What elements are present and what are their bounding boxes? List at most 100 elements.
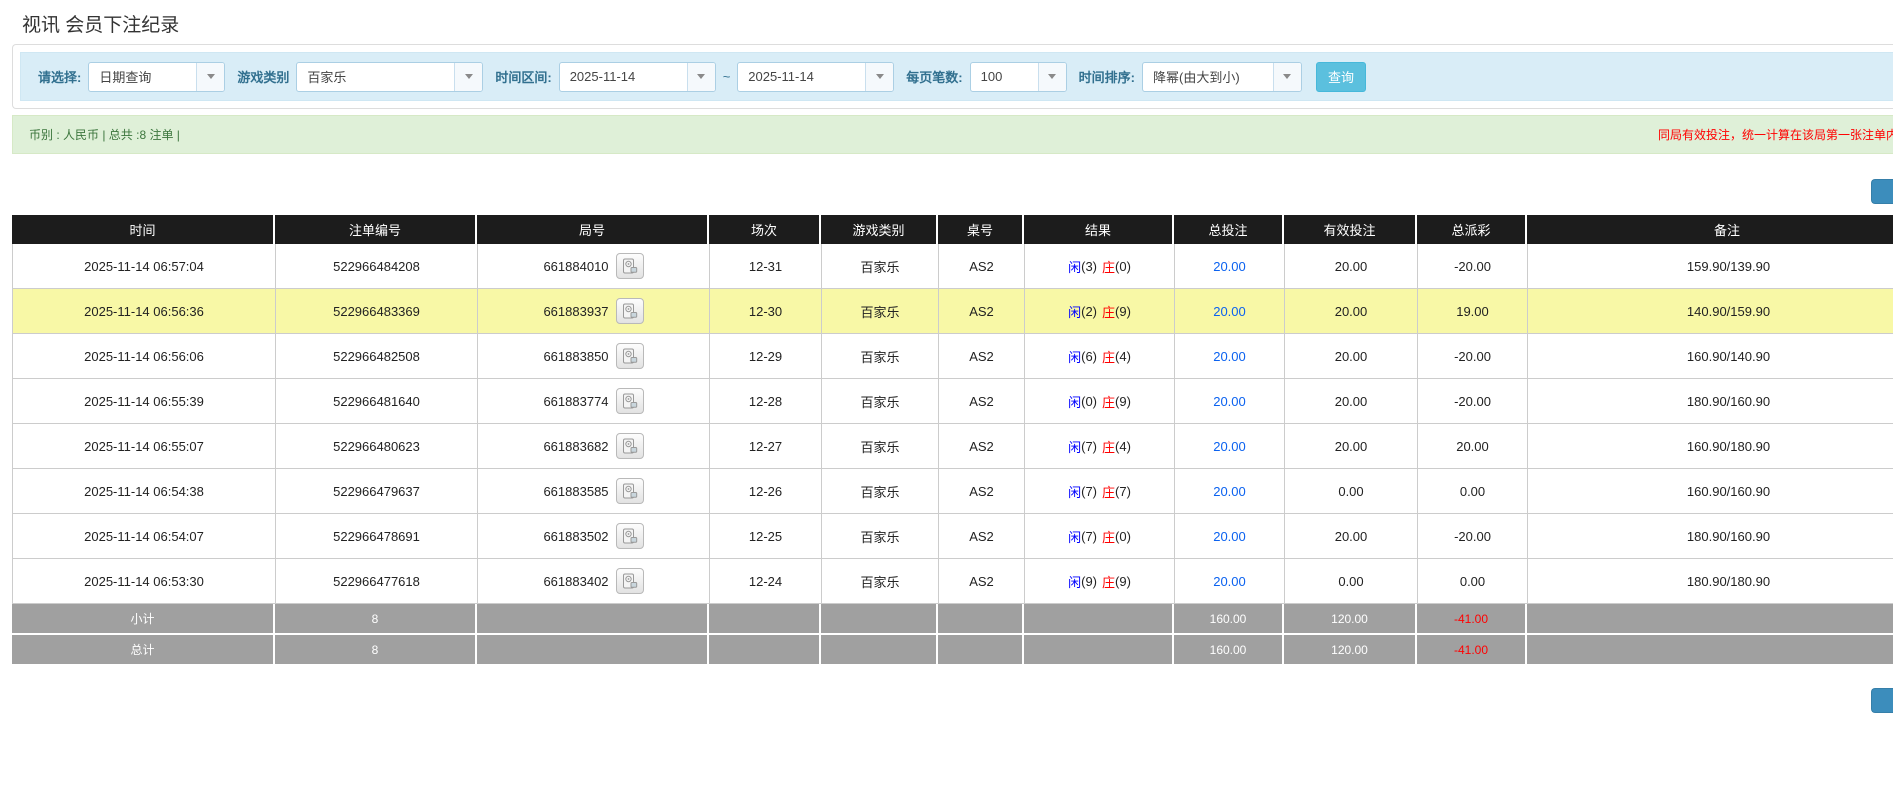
total-bet-link[interactable]: 20.00 xyxy=(1213,574,1246,589)
cell-table-no: AS2 xyxy=(939,469,1025,513)
cell-valid-bet: 20.00 xyxy=(1285,424,1418,468)
banker-label: 庄 xyxy=(1102,529,1116,545)
table-row: 2025-11-14 06:57:04 522966484208 661884010… xyxy=(12,244,1893,289)
cell-time: 2025-11-14 06:55:39 xyxy=(13,379,276,423)
total-bet-link[interactable]: 20.00 xyxy=(1213,394,1246,409)
summary-count: 8 xyxy=(275,604,477,633)
page-size-select[interactable]: 100 xyxy=(969,61,1067,92)
cell-time: 2025-11-14 06:54:38 xyxy=(13,469,276,513)
video-replay-button[interactable] xyxy=(615,298,644,324)
cell-session: 12-27 xyxy=(710,424,822,468)
banker-score: (4) xyxy=(1115,348,1131,364)
page-title: 视讯 会员下注纪录 xyxy=(22,15,180,36)
round-number: 661883585 xyxy=(543,483,609,499)
cell-payout: 20.00 xyxy=(1418,424,1528,468)
date-from-select[interactable]: 2025-11-14 xyxy=(558,61,716,92)
date-to-select[interactable]: 2025-11-14 xyxy=(737,61,895,92)
video-replay-button[interactable] xyxy=(615,388,644,414)
video-replay-button[interactable] xyxy=(615,253,644,279)
chevron-down-icon[interactable] xyxy=(1037,62,1066,91)
cell-round-id: 661883402 xyxy=(478,559,710,603)
player-score: (6) xyxy=(1081,348,1097,364)
cell-remark: 160.90/140.90 xyxy=(1528,334,1893,378)
column-header: 游戏类别 xyxy=(821,215,938,244)
valid-bet-notice: 同局有效投注，统一计算在该局第一张注单内 xyxy=(1657,128,1893,142)
partial-button-top[interactable] xyxy=(1871,179,1893,204)
video-replay-button[interactable] xyxy=(615,343,644,369)
total-bet-link[interactable]: 20.00 xyxy=(1213,529,1246,544)
total-bet-link[interactable]: 20.00 xyxy=(1213,484,1246,499)
game-type-select[interactable]: 百家乐 xyxy=(296,61,484,92)
chevron-down-icon[interactable] xyxy=(865,62,894,91)
banker-score: (9) xyxy=(1115,393,1131,409)
summary-total-bet: 160.00 xyxy=(1174,604,1284,633)
chevron-down-icon[interactable] xyxy=(196,62,225,91)
sort-order-select[interactable]: 降幂(由大到小) xyxy=(1141,61,1302,92)
banker-label: 庄 xyxy=(1102,394,1116,410)
filter-bar: 请选择: 日期查询 游戏类别 百家乐 时间区间: 2025-11-14 ~ 20… xyxy=(20,52,1893,101)
game-type-value: 百家乐 xyxy=(307,70,347,85)
video-icon xyxy=(622,303,638,319)
video-icon xyxy=(622,348,638,364)
round-number: 661884010 xyxy=(543,258,609,274)
video-replay-button[interactable] xyxy=(615,478,644,504)
chevron-down-icon[interactable] xyxy=(686,62,715,91)
cell-round-id: 661883850 xyxy=(478,334,710,378)
cell-result: 闲 (0) 庄 (9) xyxy=(1025,379,1175,423)
summary-bar: 币别 : 人民币 | 总共 :8 注单 | 同局有效投注，统一计算在该局第一张注… xyxy=(12,115,1893,154)
banker-score: (9) xyxy=(1115,573,1131,589)
summary-empty-cell xyxy=(1024,604,1174,633)
total-bet-link[interactable]: 20.00 xyxy=(1213,439,1246,454)
cell-game-type: 百家乐 xyxy=(822,559,939,603)
cell-payout: -20.00 xyxy=(1418,379,1528,423)
filter-panel: 请选择: 日期查询 游戏类别 百家乐 时间区间: 2025-11-14 ~ 20… xyxy=(12,44,1893,109)
video-icon xyxy=(622,438,638,454)
cell-bet-id: 522966482508 xyxy=(276,334,478,378)
cell-valid-bet: 20.00 xyxy=(1285,334,1418,378)
cell-valid-bet: 0.00 xyxy=(1285,559,1418,603)
summary-payout: -41.00 xyxy=(1417,604,1527,633)
cell-session: 12-24 xyxy=(710,559,822,603)
chevron-down-icon[interactable] xyxy=(1272,62,1301,91)
total-bet-link[interactable]: 20.00 xyxy=(1213,259,1246,274)
date-from-value: 2025-11-14 xyxy=(569,69,636,84)
video-replay-button[interactable] xyxy=(615,523,644,549)
player-label: 闲 xyxy=(1068,529,1082,545)
summary-payout: -41.00 xyxy=(1417,635,1527,664)
round-number: 661883774 xyxy=(543,393,609,409)
player-score: (3) xyxy=(1081,258,1097,274)
banker-score: (9) xyxy=(1115,303,1131,319)
cell-game-type: 百家乐 xyxy=(822,334,939,378)
round-number: 661883937 xyxy=(543,303,609,319)
summary-label: 总计 xyxy=(12,635,275,664)
column-header: 总派彩 xyxy=(1417,215,1527,244)
cell-remark: 160.90/160.90 xyxy=(1528,469,1893,513)
cell-total-bet: 20.00 xyxy=(1175,289,1285,333)
total-bet-link[interactable]: 20.00 xyxy=(1213,349,1246,364)
sort-order-value: 降幂(由大到小) xyxy=(1152,70,1240,85)
chevron-down-icon[interactable] xyxy=(454,62,483,91)
banker-label: 庄 xyxy=(1102,349,1116,365)
banker-score: (7) xyxy=(1115,483,1131,499)
video-replay-button[interactable] xyxy=(615,568,644,594)
query-type-label: 请选择: xyxy=(38,70,82,85)
banker-score: (0) xyxy=(1115,528,1131,544)
summary-empty-cell xyxy=(709,635,821,664)
cell-result: 闲 (6) 庄 (4) xyxy=(1025,334,1175,378)
query-button[interactable]: 查询 xyxy=(1315,61,1366,92)
banker-label: 庄 xyxy=(1102,574,1116,590)
summary-empty-cell xyxy=(709,604,821,633)
cell-table-no: AS2 xyxy=(939,514,1025,558)
cell-valid-bet: 20.00 xyxy=(1285,289,1418,333)
total-bet-link[interactable]: 20.00 xyxy=(1213,304,1246,319)
query-type-select[interactable]: 日期查询 xyxy=(88,61,226,92)
round-number: 661883682 xyxy=(543,438,609,454)
player-label: 闲 xyxy=(1068,484,1082,500)
video-replay-button[interactable] xyxy=(615,433,644,459)
cell-payout: 0.00 xyxy=(1418,469,1528,513)
cell-remark: 160.90/180.90 xyxy=(1528,424,1893,468)
banker-score: (0) xyxy=(1115,258,1131,274)
column-header: 场次 xyxy=(709,215,821,244)
page: 视讯 会员下注纪录 请选择: 日期查询 游戏类别 百家乐 时间区间: 2025-… xyxy=(0,0,1893,786)
partial-button-bottom[interactable] xyxy=(1871,688,1893,713)
